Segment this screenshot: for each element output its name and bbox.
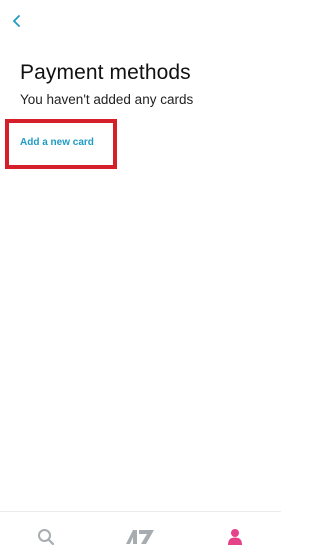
search-icon xyxy=(38,529,55,546)
tab-profile[interactable] xyxy=(223,526,247,548)
tab-home[interactable] xyxy=(124,526,156,548)
brand-logo-icon xyxy=(126,530,154,544)
page-title: Payment methods xyxy=(20,61,191,84)
back-button[interactable] xyxy=(6,10,28,32)
bottom-tab-bar xyxy=(0,511,281,559)
profile-icon xyxy=(228,529,242,545)
page-subtitle: You haven't added any cards xyxy=(20,92,194,107)
chevron-left-icon xyxy=(13,15,20,27)
add-new-card-link[interactable]: Add a new card xyxy=(20,137,94,148)
tab-search[interactable] xyxy=(34,526,58,548)
